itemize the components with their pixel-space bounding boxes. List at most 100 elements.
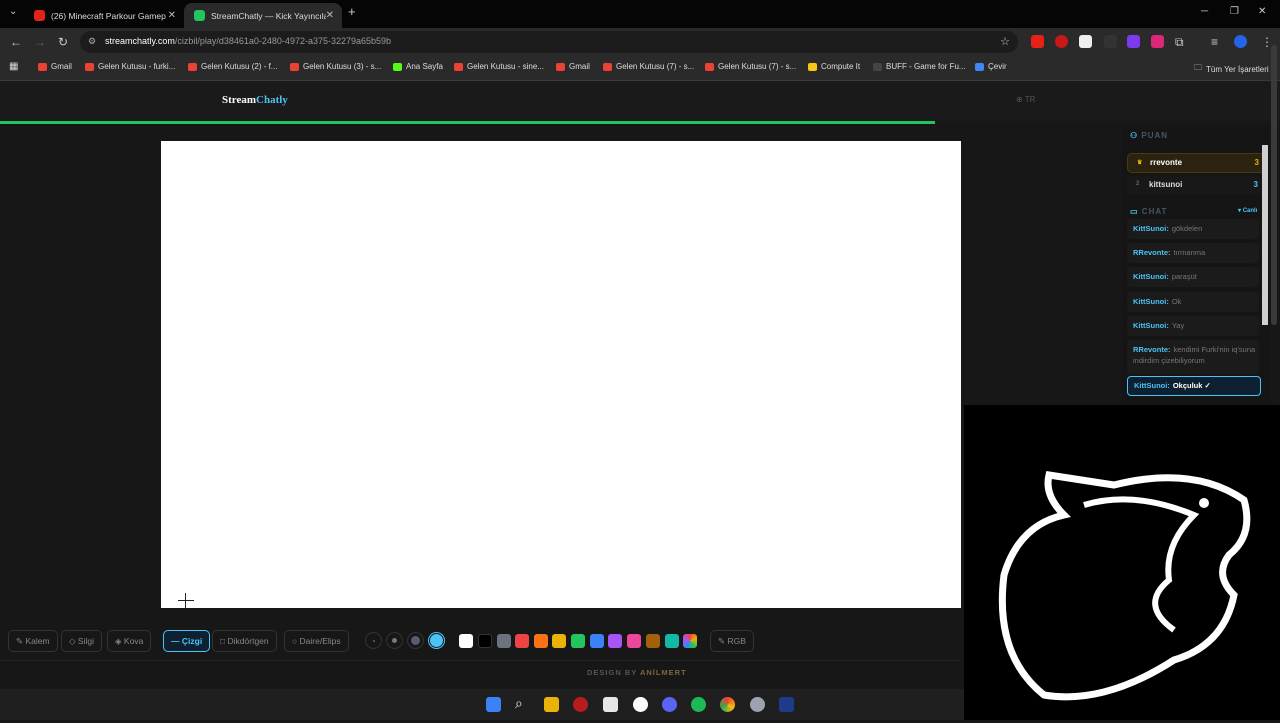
bookmark-star-icon[interactable]: ☆ [1000,35,1010,48]
brush-size-s[interactable] [386,632,403,649]
globe-icon: ⊕ [1016,95,1023,104]
search-icon[interactable]: ⌕ [515,695,530,711]
bookmark-item[interactable]: Gelen Kutusu (2) - f... [188,62,277,71]
color-swatch-teal[interactable] [665,634,679,648]
address-bar[interactable]: ⚙ streamchatly.com/cizbil/play/d38461a0-… [80,31,1018,53]
extension-icon[interactable] [1055,35,1068,48]
close-tab-icon[interactable]: ✕ [326,10,334,21]
apps-grid-icon[interactable]: ▦ [9,61,18,72]
restore-icon[interactable]: ❐ [1230,6,1239,17]
store-icon[interactable] [603,697,618,712]
close-tab-icon[interactable]: ✕ [168,10,176,21]
extension-icon[interactable] [1079,35,1092,48]
bookmark-item[interactable]: Gelen Kutusu (3) - s... [290,62,381,71]
color-swatch-pink[interactable] [627,634,641,648]
spotify-icon[interactable] [691,697,706,712]
site-footer: DESIGN BY ANİLMERT [0,660,960,689]
all-bookmarks-folder[interactable]: 🗀 Tüm Yer İşaretleri [1194,62,1269,76]
steam-icon[interactable] [779,697,794,712]
bookmark-item[interactable]: BUFF - Game for Fu... [873,62,966,71]
player-name: rrevonte [1150,158,1183,167]
bookmark-item[interactable]: Çevir [975,62,1007,71]
profile-avatar[interactable] [1234,35,1247,48]
extension-icon[interactable] [1127,35,1140,48]
new-tab-icon[interactable]: + [348,4,356,19]
color-swatch-yellow[interactable] [552,634,566,648]
app-icon[interactable] [573,697,588,712]
close-window-icon[interactable]: ✕ [1258,6,1266,17]
panther-logo-icon [998,471,1251,701]
site-info-icon[interactable]: ⚙ [88,36,96,47]
bookmark-item[interactable]: Gmail [38,62,72,71]
back-icon[interactable]: ← [10,35,22,49]
chat-header: ▭ CHAT [1130,207,1168,216]
discord-icon[interactable] [662,697,677,712]
round-timer-progress [0,121,935,124]
crown-icon: ♛ [1137,160,1143,166]
color-swatch-white[interactable] [459,634,473,648]
eraser-tool-button[interactable]: ◇ Silgi [61,630,102,652]
right-panel: ⚇ PUAN ♛ rrevonte 3 2 kittsunoi 3 ▭ CHAT… [1122,125,1270,404]
folder-icon: 🗀 [1194,63,1202,72]
score-row: ♛ rrevonte 3 [1127,153,1265,173]
brush-size-xs[interactable] [365,632,382,649]
color-swatch-brown[interactable] [646,634,660,648]
color-swatch-orange[interactable] [534,634,548,648]
color-swatch-blue[interactable] [590,634,604,648]
forward-icon[interactable]: → [34,35,46,49]
player-score: 3 [1254,158,1259,167]
color-picker-rainbow-icon[interactable] [683,634,697,648]
site-logo[interactable]: StreamChatly [222,94,288,106]
drawing-toolbar: ✎ Kalem ◇ Silgi ◈ Kova — Çizgi □ Dikdört… [0,627,960,653]
bookmark-item[interactable]: Gelen Kutusu - sine... [454,62,544,71]
bookmark-item[interactable]: Compute It [808,62,860,71]
reload-icon[interactable]: ↻ [58,35,68,49]
color-swatch-black[interactable] [478,634,492,648]
bookmark-item[interactable]: Gelen Kutusu (7) - s... [603,62,694,71]
bucket-tool-button[interactable]: ◈ Kova [107,630,152,652]
line-tool-button[interactable]: — Çizgi [163,630,211,652]
file-explorer-icon[interactable] [544,697,559,712]
color-swatch-green[interactable] [571,634,585,648]
minimize-icon[interactable]: ─ [1201,6,1208,17]
drawing-canvas[interactable] [161,141,961,608]
color-swatch-purple[interactable] [608,634,622,648]
page-scrollbar[interactable] [1271,45,1277,325]
bookmark-item[interactable]: Gelen Kutusu - furki... [85,62,175,71]
bookmark-item[interactable]: Gelen Kutusu (7) - s... [705,62,796,71]
bookmark-item[interactable]: Gmail [556,62,590,71]
tab-minecraft[interactable]: (26) Minecraft Parkour Gameplay ✕ [24,3,184,28]
extensions-puzzle-icon[interactable]: ⧉ [1175,35,1184,50]
brush-size-m[interactable] [407,632,424,649]
extension-icon[interactable] [1031,35,1044,48]
color-swatch-gray[interactable] [497,634,511,648]
bookmarks-bar: ▦ Gmail Gelen Kutusu - furki... Gelen Ku… [0,56,1280,81]
windows-start-icon[interactable] [486,697,501,712]
brush-size-l[interactable] [428,632,445,649]
chat-message-correct: KittSunoi: Okçuluk ✓ [1127,376,1261,396]
streamchatly-icon [194,10,205,21]
chat-scrollbar[interactable] [1262,145,1268,325]
chat-message: KittSunoi: paraşüt [1127,267,1259,287]
media-control-icon[interactable]: ≡ [1211,35,1218,49]
pen-tool-button[interactable]: ✎ Kalem [8,630,58,652]
chat-bubble-icon: ▭ [1130,207,1139,216]
chat-message: RRevonte: kendimi Furki'nin iq'suna indir… [1127,340,1259,374]
chrome-icon[interactable] [720,697,735,712]
rectangle-tool-button[interactable]: □ Dikdörtgen [212,630,277,652]
extension-icon[interactable] [1104,35,1117,48]
steelseries-icon[interactable] [633,697,648,712]
pen-icon: ✎ [718,636,726,646]
rgb-button[interactable]: ✎ RGB [710,630,754,652]
square-icon: □ [220,636,226,646]
ellipse-tool-button[interactable]: ○ Daire/Elips [284,630,349,652]
chat-message: KittSunoi: Ok [1127,292,1259,312]
bookmark-item[interactable]: Ana Sayfa [393,62,443,71]
app-icon[interactable] [750,697,765,712]
live-filter[interactable]: ▾ Canlı [1238,207,1257,214]
tab-streamchatly[interactable]: StreamChatly — Kick Yayıncıları ✕ [184,3,342,28]
language-selector[interactable]: ⊕ TR [1016,95,1035,104]
color-swatch-red[interactable] [515,634,529,648]
tab-search-icon[interactable]: ⌄ [9,6,17,17]
extension-icon[interactable] [1151,35,1164,48]
